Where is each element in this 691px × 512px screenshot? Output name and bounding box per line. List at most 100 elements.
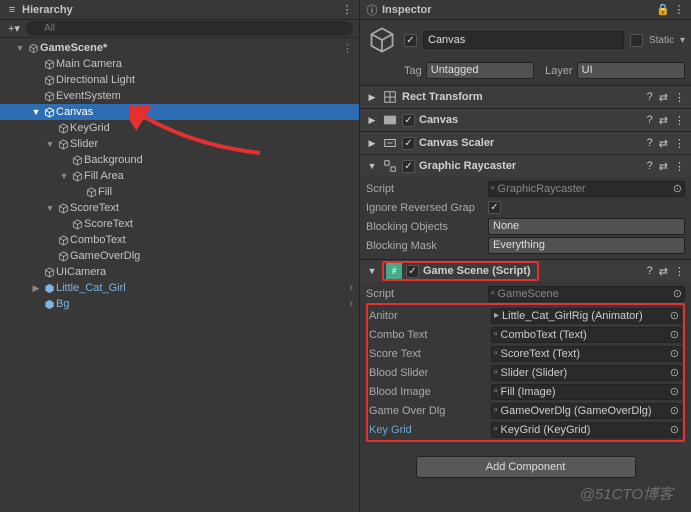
object-picker-icon[interactable]: ⊙ xyxy=(670,385,679,398)
chevron-right-icon[interactable]: › xyxy=(349,282,353,294)
preset-icon[interactable]: ⇄ xyxy=(659,137,668,150)
help-icon[interactable]: ? xyxy=(647,137,653,150)
fold-icon[interactable]: ▼ xyxy=(30,107,42,117)
more-icon[interactable]: ⋮ xyxy=(674,137,685,150)
tree-item-bg[interactable]: Bg› xyxy=(0,296,359,312)
object-picker-icon[interactable]: ⊙ xyxy=(673,182,682,195)
object-field[interactable]: ▫KeyGrid (KeyGrid)⊙ xyxy=(491,422,682,438)
item-label: GameOverDlg xyxy=(70,250,140,262)
object-picker-icon[interactable]: ⊙ xyxy=(670,347,679,360)
object-picker-icon[interactable]: ⊙ xyxy=(670,309,679,322)
prop-label: Game Over Dlg xyxy=(369,405,487,417)
scene-row[interactable]: ▼ GameScene* ⋮ xyxy=(0,40,359,56)
item-label: ComboText xyxy=(70,234,126,246)
prop-script: Script ▫GraphicRaycaster⊙ xyxy=(366,179,685,198)
fold-icon[interactable]: ▶ xyxy=(366,92,378,103)
tree-item-scoretext-parent[interactable]: ▼ ScoreText xyxy=(0,200,359,216)
tree-item-main-camera[interactable]: Main Camera xyxy=(0,56,359,72)
object-field[interactable]: ▫Fill (Image)⊙ xyxy=(491,384,682,400)
fold-icon[interactable]: ▼ xyxy=(14,43,26,53)
more-icon[interactable]: ⋮ xyxy=(674,114,685,127)
add-component-button[interactable]: Add Component xyxy=(416,456,636,478)
object-field[interactable]: ▫ComboText (Text)⊙ xyxy=(491,327,682,343)
more-icon[interactable]: ⋮ xyxy=(674,160,685,173)
more-icon[interactable]: ⋮ xyxy=(673,4,685,16)
fold-icon[interactable]: ▶ xyxy=(366,115,378,126)
component-header[interactable]: ▶ Rect Transform ?⇄⋮ xyxy=(360,86,691,108)
prop-label: Combo Text xyxy=(369,329,487,341)
fold-icon[interactable]: ▼ xyxy=(366,161,378,171)
object-picker-icon[interactable]: ⊙ xyxy=(670,423,679,436)
dropdown[interactable]: Everything xyxy=(488,237,685,254)
component-header[interactable]: ▶ Canvas ?⇄⋮ xyxy=(360,109,691,131)
object-name-input[interactable] xyxy=(423,31,624,49)
tree-item-event-system[interactable]: EventSystem xyxy=(0,88,359,104)
object-picker-icon[interactable]: ⊙ xyxy=(673,287,682,300)
object-field[interactable]: ▫GameOverDlg (GameOverDlg)⊙ xyxy=(491,403,682,419)
chevron-down-icon[interactable]: ▾ xyxy=(680,35,685,46)
prop-blood-slider: Blood Slider ▫Slider (Slider)⊙ xyxy=(369,363,682,382)
create-button[interactable]: +▾ xyxy=(6,22,22,35)
active-checkbox[interactable] xyxy=(404,34,417,47)
item-label: UICamera xyxy=(56,266,106,278)
tree-item-uicamera[interactable]: UICamera xyxy=(0,264,359,280)
gameobject-icon xyxy=(42,267,56,278)
gameobject-icon xyxy=(56,139,70,150)
enable-checkbox[interactable] xyxy=(402,137,415,150)
item-label: ScoreText xyxy=(70,202,119,214)
enable-checkbox[interactable] xyxy=(402,114,415,127)
prop-script: Script ▫GameScene⊙ xyxy=(366,284,685,303)
fold-icon[interactable]: ▼ xyxy=(44,203,56,213)
context-icon[interactable]: ⋮ xyxy=(342,42,353,55)
fold-icon[interactable]: ▶ xyxy=(30,283,42,294)
canvas-icon xyxy=(382,112,398,128)
help-icon[interactable]: ? xyxy=(647,114,653,127)
tree-item-combotext[interactable]: ComboText xyxy=(0,232,359,248)
preset-icon[interactable]: ⇄ xyxy=(659,160,668,173)
layer-dropdown[interactable]: UI xyxy=(577,62,685,79)
more-icon[interactable]: ⋮ xyxy=(341,4,353,16)
tree-item-directional-light[interactable]: Directional Light xyxy=(0,72,359,88)
dropdown[interactable]: None xyxy=(488,218,685,235)
object-field[interactable]: ▸Little_Cat_GirlRig (Animator)⊙ xyxy=(491,308,682,324)
help-icon[interactable]: ? xyxy=(647,91,653,104)
component-header[interactable]: ▼ Graphic Raycaster ?⇄⋮ xyxy=(360,155,691,177)
tree-item-slider[interactable]: ▼Slider xyxy=(0,136,359,152)
object-picker-icon[interactable]: ⊙ xyxy=(670,366,679,379)
checkbox[interactable] xyxy=(488,201,501,214)
more-icon[interactable]: ⋮ xyxy=(674,265,685,278)
tree-item-gameoverdlg[interactable]: GameOverDlg xyxy=(0,248,359,264)
fold-icon[interactable]: ▼ xyxy=(58,171,70,181)
object-field[interactable]: ▫Slider (Slider)⊙ xyxy=(491,365,682,381)
enable-checkbox[interactable] xyxy=(406,265,419,278)
lock-icon[interactable]: 🔒 xyxy=(657,4,669,16)
more-icon[interactable]: ⋮ xyxy=(674,91,685,104)
tree-item-fill-area[interactable]: ▼Fill Area xyxy=(0,168,359,184)
object-picker-icon[interactable]: ⊙ xyxy=(670,404,679,417)
tree-item-fill[interactable]: Fill xyxy=(0,184,359,200)
enable-checkbox[interactable] xyxy=(402,160,415,173)
chevron-right-icon[interactable]: › xyxy=(349,298,353,310)
fold-icon[interactable]: ▼ xyxy=(44,139,56,149)
tag-dropdown[interactable]: Untagged xyxy=(426,62,534,79)
fold-icon[interactable]: ▶ xyxy=(366,138,378,149)
help-icon[interactable]: ? xyxy=(647,265,653,278)
tree-item-scoretext[interactable]: ScoreText xyxy=(0,216,359,232)
preset-icon[interactable]: ⇄ xyxy=(659,114,668,127)
object-picker-icon[interactable]: ⊙ xyxy=(670,328,679,341)
component-header[interactable]: ▼ # Game Scene (Script) ?⇄⋮ xyxy=(360,260,691,282)
tree-item-little-cat-girl[interactable]: ▶Little_Cat_Girl› xyxy=(0,280,359,296)
static-checkbox[interactable] xyxy=(630,34,643,47)
tree-item-keygrid[interactable]: KeyGrid xyxy=(0,120,359,136)
fold-icon[interactable]: ▼ xyxy=(366,266,378,276)
prop-score-text: Score Text ▫ScoreText (Text)⊙ xyxy=(369,344,682,363)
tree-item-background[interactable]: Background xyxy=(0,152,359,168)
preset-icon[interactable]: ⇄ xyxy=(659,265,668,278)
tree-item-canvas[interactable]: ▼Canvas xyxy=(0,104,359,120)
slider-icon: ▫ xyxy=(494,367,498,378)
object-field[interactable]: ▫ScoreText (Text)⊙ xyxy=(491,346,682,362)
preset-icon[interactable]: ⇄ xyxy=(659,91,668,104)
component-header[interactable]: ▶ Canvas Scaler ?⇄⋮ xyxy=(360,132,691,154)
search-input[interactable] xyxy=(26,21,353,36)
help-icon[interactable]: ? xyxy=(647,160,653,173)
